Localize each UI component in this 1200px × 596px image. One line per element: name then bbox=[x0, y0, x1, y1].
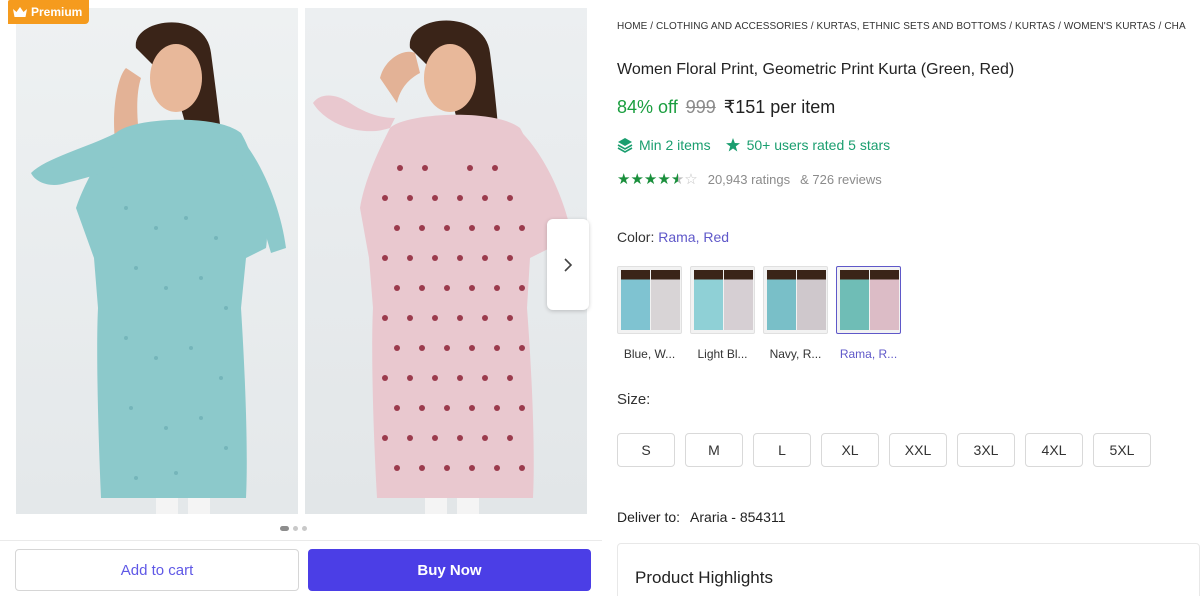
product-image-panel-green bbox=[16, 8, 298, 514]
color-option-label: Rama, R... bbox=[839, 347, 898, 361]
star-half-icon: ★ bbox=[670, 171, 685, 188]
color-option-label: Blue, W... bbox=[623, 347, 676, 361]
gallery-dot[interactable] bbox=[293, 526, 298, 531]
size-options: S M L XL XXL 3XL 4XL 5XL bbox=[617, 433, 1151, 467]
color-option[interactable]: Blue, W... bbox=[617, 266, 682, 361]
color-option[interactable]: Light Bl... bbox=[690, 266, 755, 361]
min-items-offer: Min 2 items bbox=[617, 137, 711, 153]
size-option-3xl[interactable]: 3XL bbox=[957, 433, 1015, 467]
color-option-thumbnail bbox=[763, 266, 828, 334]
thumbnail-kurta-right bbox=[651, 270, 680, 330]
chevron-right-icon bbox=[564, 257, 573, 272]
color-option-thumbnail bbox=[617, 266, 682, 334]
add-to-cart-button[interactable]: Add to cart bbox=[15, 549, 299, 591]
thumbnail-kurta-right bbox=[724, 270, 753, 330]
product-image[interactable] bbox=[16, 8, 587, 514]
discount-label: 84% off bbox=[617, 97, 678, 117]
star-icon: ★ bbox=[617, 171, 631, 188]
rated-label: 50+ users rated 5 stars bbox=[746, 137, 891, 153]
breadcrumb[interactable]: HOME / CLOTHING AND ACCESSORIES / KURTAS… bbox=[617, 21, 1200, 32]
ratings-count: 20,943 ratings bbox=[707, 172, 791, 187]
size-option-s[interactable]: S bbox=[617, 433, 675, 467]
product-image-panel-red bbox=[305, 8, 587, 514]
color-options: Blue, W... Light Bl... Navy, R... Rama, … bbox=[617, 266, 901, 361]
rating-row[interactable]: ★ ★ ★ ★ ★ ☆ 20,943 ratings & 726 reviews bbox=[617, 172, 882, 187]
thumbnail-kurta-right bbox=[797, 270, 826, 330]
thumbnail-kurta-left bbox=[840, 270, 869, 330]
image-divider bbox=[298, 8, 305, 514]
mrp-price: 999 bbox=[685, 97, 716, 117]
thumbnail-kurta-right bbox=[870, 270, 899, 330]
buy-now-button[interactable]: Buy Now bbox=[308, 549, 591, 591]
size-label: Size: bbox=[617, 391, 651, 408]
color-option-thumbnail bbox=[690, 266, 755, 334]
color-option[interactable]: Navy, R... bbox=[763, 266, 828, 361]
rated-offer: 50+ users rated 5 stars bbox=[725, 137, 891, 153]
delivery-row[interactable]: Deliver to: Araria - 854311 bbox=[617, 509, 786, 525]
size-option-4xl[interactable]: 4XL bbox=[1025, 433, 1083, 467]
star-icon: ★ bbox=[657, 171, 671, 188]
size-option-xl[interactable]: XL bbox=[821, 433, 879, 467]
color-label: Color: Rama, Red bbox=[617, 229, 729, 245]
color-option-thumbnail bbox=[836, 266, 901, 334]
star-empty-icon: ☆ bbox=[684, 171, 698, 188]
thumbnail-kurta-left bbox=[694, 270, 723, 330]
offer-row: Min 2 items 50+ users rated 5 stars bbox=[617, 137, 890, 153]
product-details: HOME / CLOTHING AND ACCESSORIES / KURTAS… bbox=[617, 0, 1200, 596]
size-option-xxl[interactable]: XXL bbox=[889, 433, 947, 467]
selling-price: ₹151 per item bbox=[723, 97, 836, 117]
product-highlights-card: Product Highlights bbox=[617, 543, 1200, 596]
size-option-5xl[interactable]: 5XL bbox=[1093, 433, 1151, 467]
product-gallery: Premium bbox=[8, 0, 602, 540]
gallery-pagination bbox=[280, 526, 307, 531]
premium-badge-label: Premium bbox=[31, 5, 83, 19]
min-items-label: Min 2 items bbox=[639, 137, 711, 153]
delivery-location: Araria - 854311 bbox=[690, 509, 786, 525]
thumbnail-kurta-left bbox=[621, 270, 650, 330]
color-option-label: Navy, R... bbox=[769, 347, 822, 361]
crown-icon bbox=[13, 7, 27, 17]
product-highlights-title: Product Highlights bbox=[635, 568, 773, 587]
star-icon: ★ bbox=[643, 171, 658, 188]
premium-badge: Premium bbox=[8, 0, 90, 24]
rating-stars: ★ ★ ★ ★ ★ ☆ bbox=[617, 172, 698, 187]
reviews-count: & 726 reviews bbox=[800, 172, 882, 187]
layers-icon bbox=[617, 138, 633, 153]
color-option-label: Light Bl... bbox=[697, 347, 748, 361]
color-label-text: Color: bbox=[617, 229, 655, 245]
product-title: Women Floral Print, Geometric Print Kurt… bbox=[617, 61, 1015, 78]
thumbnail-kurta-left bbox=[767, 270, 796, 330]
sparkle-star-icon bbox=[725, 138, 740, 152]
next-image-button[interactable] bbox=[547, 219, 589, 310]
color-option-selected[interactable]: Rama, R... bbox=[836, 266, 901, 361]
size-option-m[interactable]: M bbox=[685, 433, 743, 467]
price-row: 84% off 999 ₹151 per item bbox=[617, 97, 835, 118]
gallery-dot[interactable] bbox=[302, 526, 307, 531]
selected-color: Rama, Red bbox=[658, 229, 730, 245]
star-icon: ★ bbox=[630, 171, 644, 188]
deliver-to-label: Deliver to: bbox=[617, 509, 681, 525]
gallery-dot[interactable] bbox=[280, 526, 289, 531]
size-option-l[interactable]: L bbox=[753, 433, 811, 467]
